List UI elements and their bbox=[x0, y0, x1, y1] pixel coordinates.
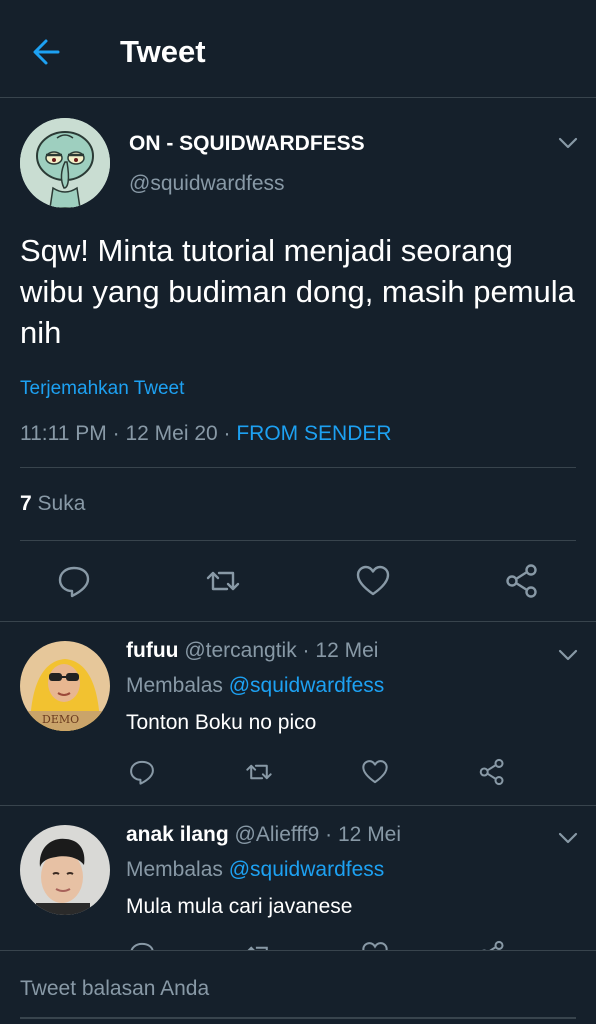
meta-separator: · bbox=[325, 823, 333, 846]
reply-button[interactable] bbox=[128, 758, 156, 786]
chevron-down-icon bbox=[558, 832, 578, 844]
retweet-button[interactable] bbox=[205, 563, 241, 599]
reply-header: fufuu @tercangtik · 12 Mei bbox=[126, 639, 378, 663]
replying-label: Membalas bbox=[126, 674, 223, 697]
more-options-button[interactable] bbox=[556, 643, 580, 667]
retweet-icon bbox=[246, 764, 272, 780]
chevron-down-icon bbox=[558, 649, 578, 661]
reply-author-handle[interactable]: @Aliefff9 bbox=[235, 823, 320, 846]
tweet-time: 11:11 PM bbox=[20, 422, 107, 445]
top-bar: Tweet bbox=[0, 0, 596, 98]
avatar[interactable] bbox=[20, 118, 110, 208]
retweet-icon bbox=[206, 571, 240, 591]
share-button[interactable] bbox=[478, 758, 506, 786]
page-title: Tweet bbox=[120, 34, 206, 69]
replying-to: Membalas @squidwardfess bbox=[126, 674, 384, 698]
tweet-text: Sqw! Minta tutorial menjadi seorang wibu… bbox=[20, 233, 575, 350]
reply-input[interactable]: Tweet balasan Anda bbox=[20, 977, 209, 1001]
tweet-meta: 11:11 PM · 12 Mei 20 · FROM SENDER bbox=[20, 422, 392, 446]
divider bbox=[0, 621, 596, 622]
mention-link[interactable]: @squidwardfess bbox=[229, 858, 385, 881]
divider bbox=[20, 540, 576, 541]
author-name[interactable]: ON - SQUIDWARDFESS bbox=[129, 132, 365, 156]
divider bbox=[0, 805, 596, 806]
meta-separator: · bbox=[302, 639, 310, 662]
replying-to: Membalas @squidwardfess bbox=[126, 858, 384, 882]
author-handle[interactable]: @squidwardfess bbox=[129, 172, 285, 196]
share-button[interactable] bbox=[504, 563, 540, 599]
avatar[interactable]: DEMO bbox=[20, 641, 110, 731]
likes-count[interactable]: 7 Suka bbox=[20, 492, 85, 516]
reply-header: anak ilang @Aliefff9 · 12 Mei bbox=[126, 823, 401, 847]
likes-number: 7 bbox=[20, 492, 32, 515]
squidward-avatar-image bbox=[20, 118, 110, 208]
reply-composer[interactable]: Tweet balasan Anda bbox=[0, 950, 596, 1024]
more-options-button[interactable] bbox=[556, 131, 580, 155]
divider bbox=[20, 467, 576, 468]
reply-author-name[interactable]: anak ilang bbox=[126, 823, 229, 846]
arrow-left-icon bbox=[33, 39, 60, 65]
reply-author-name[interactable]: fufuu bbox=[126, 639, 178, 662]
share-icon bbox=[506, 564, 537, 598]
reply-date: 12 Mei bbox=[338, 823, 402, 846]
mention-link[interactable]: @squidwardfess bbox=[229, 674, 385, 697]
meta-separator: · bbox=[112, 422, 126, 445]
input-underline bbox=[20, 1017, 576, 1019]
more-options-button[interactable] bbox=[556, 826, 580, 850]
reply-text: Tonton Boku no pico bbox=[126, 711, 317, 734]
reply-text: Mula mula cari javanese bbox=[126, 895, 353, 918]
user-avatar-image bbox=[20, 825, 110, 915]
share-icon bbox=[479, 758, 504, 786]
reply-date: 12 Mei bbox=[315, 639, 379, 662]
avatar[interactable] bbox=[20, 825, 110, 915]
likes-label: Suka bbox=[37, 492, 86, 515]
like-button[interactable] bbox=[361, 758, 389, 786]
reply-button[interactable] bbox=[56, 563, 92, 599]
like-button[interactable] bbox=[355, 563, 391, 599]
tweet-source[interactable]: FROM SENDER bbox=[236, 422, 391, 445]
comment-icon bbox=[58, 566, 90, 598]
svg-text:DEMO: DEMO bbox=[42, 713, 79, 726]
retweet-button[interactable] bbox=[245, 758, 273, 786]
reply-author-handle[interactable]: @tercangtik bbox=[184, 639, 296, 662]
back-button[interactable] bbox=[28, 34, 64, 70]
heart-icon bbox=[356, 565, 390, 596]
comment-icon bbox=[130, 760, 154, 785]
tweet-date: 12 Mei 20 bbox=[125, 422, 218, 445]
heart-icon bbox=[362, 760, 388, 784]
replying-label: Membalas bbox=[126, 858, 223, 881]
chevron-down-icon bbox=[558, 137, 578, 149]
user-avatar-image: DEMO bbox=[20, 641, 110, 731]
meta-separator: · bbox=[223, 422, 237, 445]
translate-tweet-link[interactable]: Terjemahkan Tweet bbox=[20, 378, 184, 400]
